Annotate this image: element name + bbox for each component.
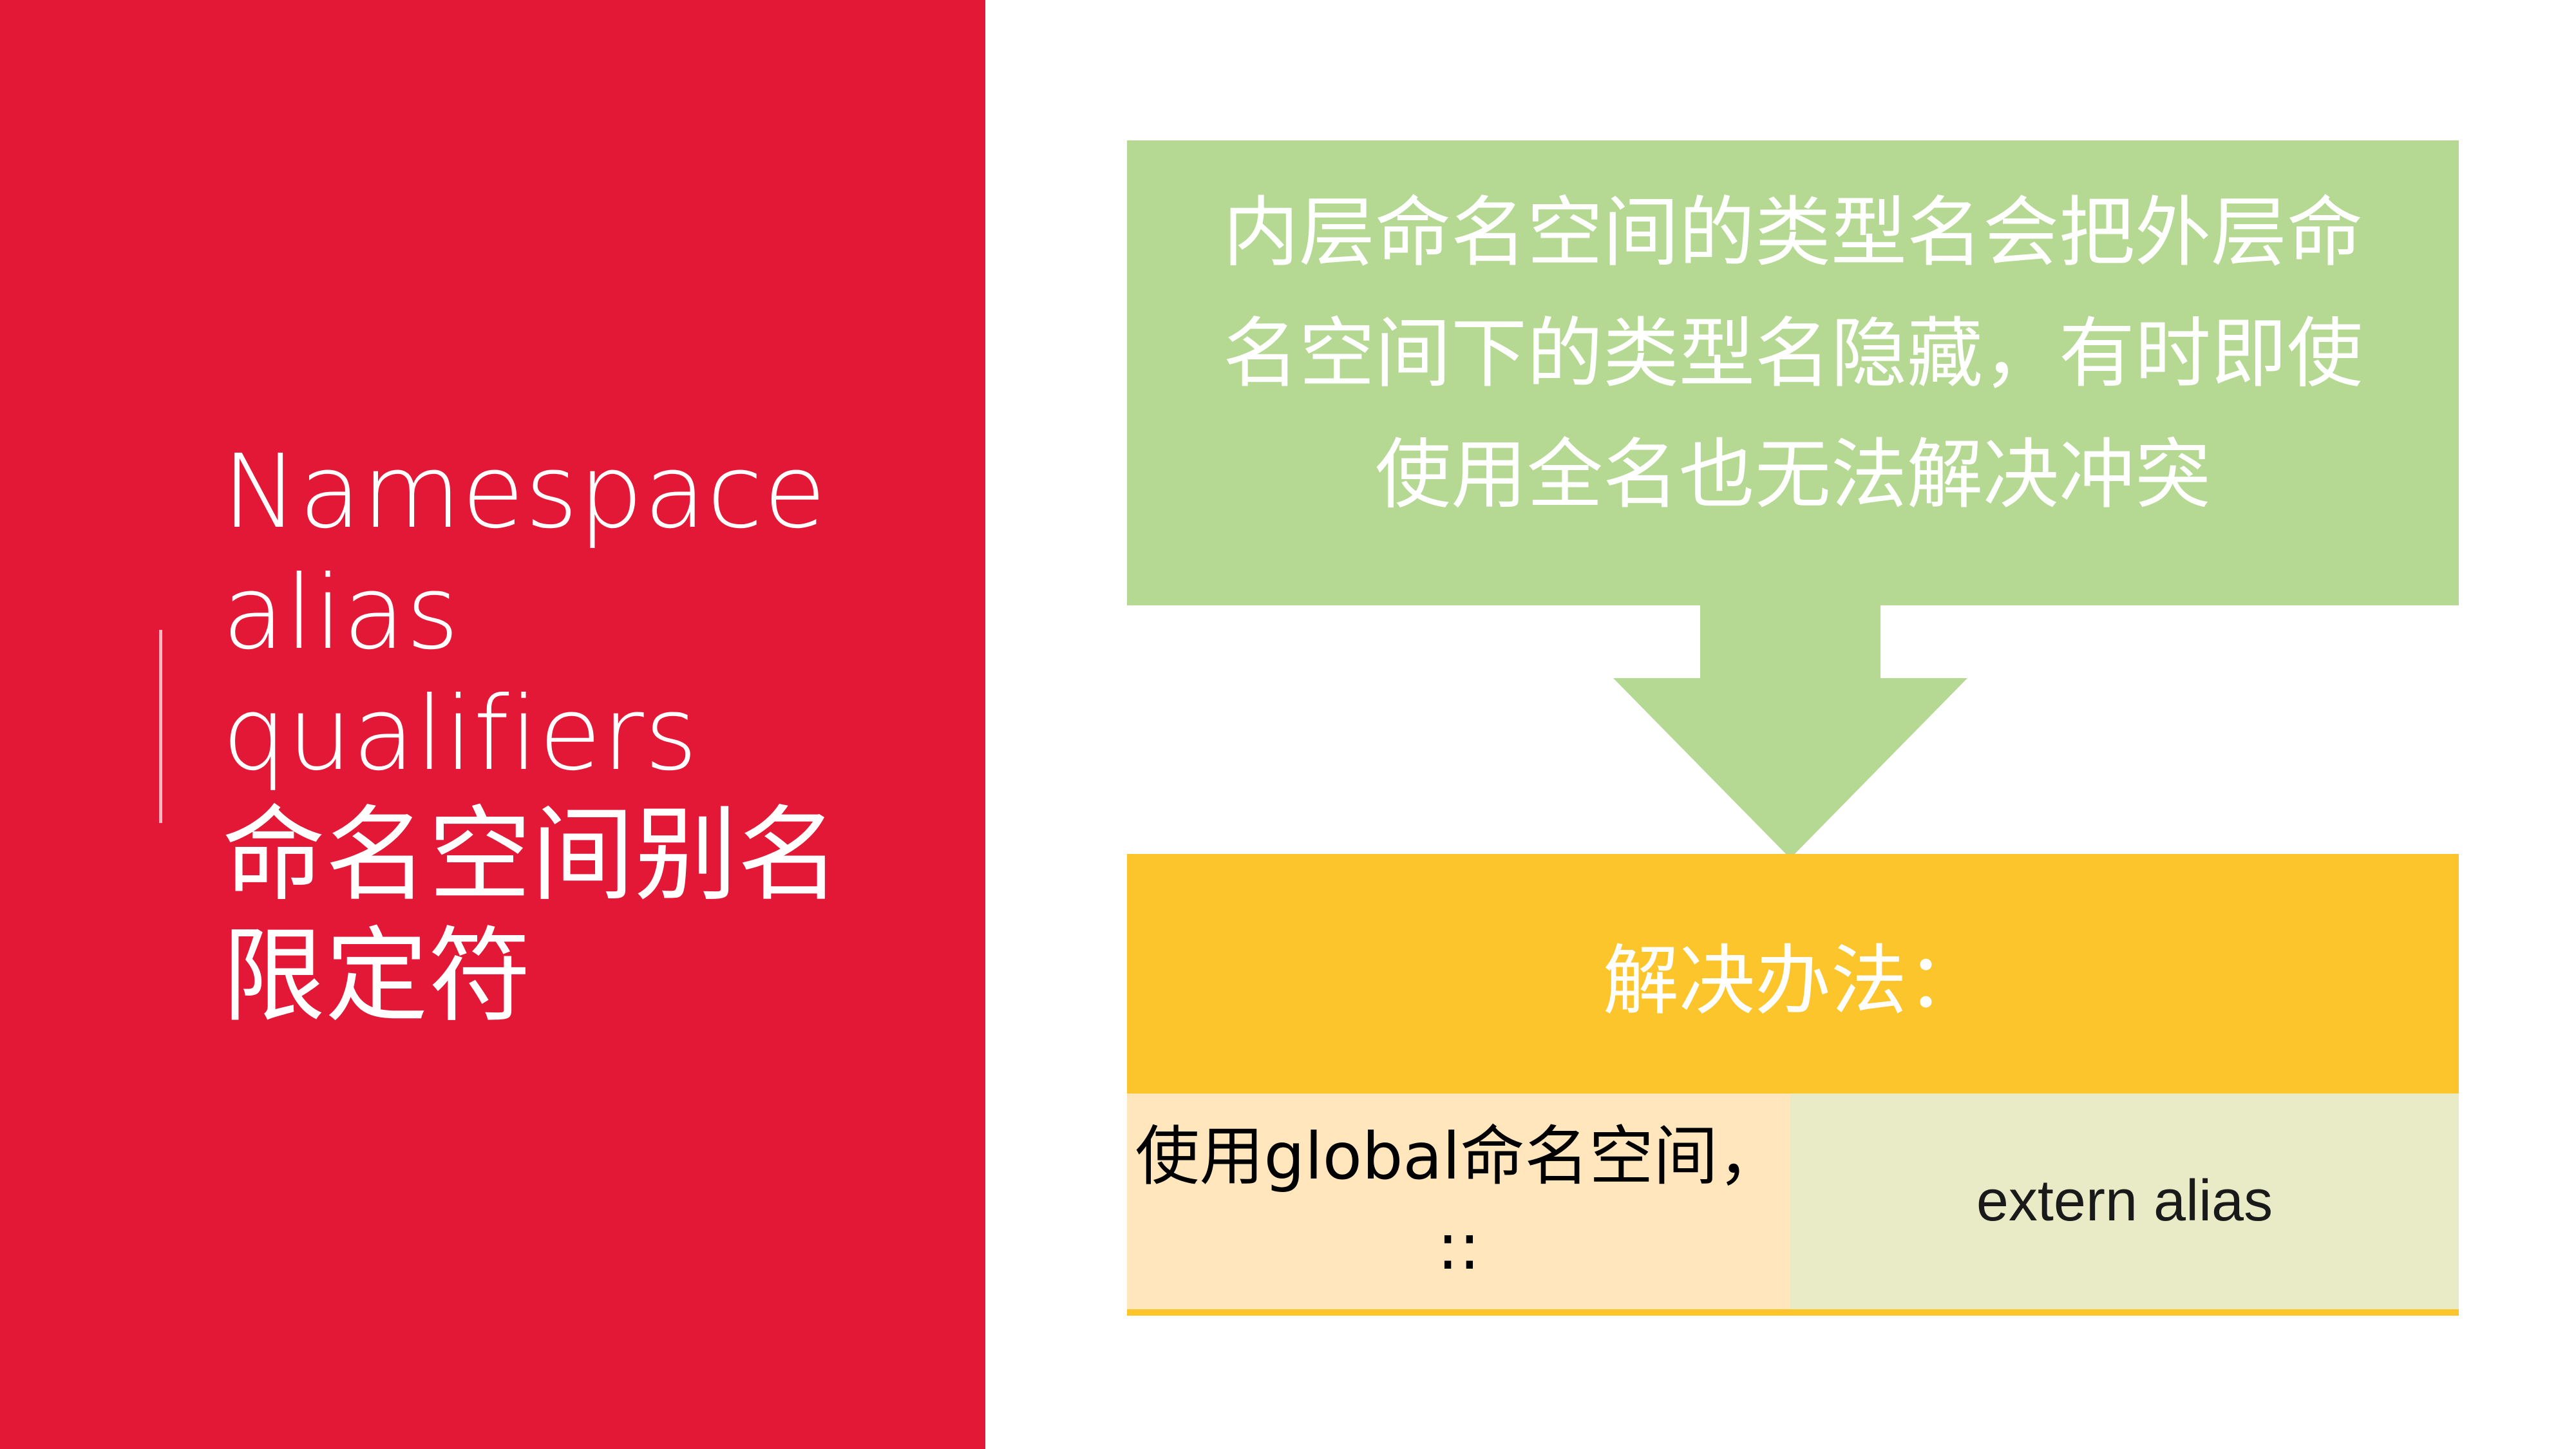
solution-option-global-line2: :: (1437, 1208, 1481, 1284)
down-arrow-icon (1613, 604, 1967, 858)
title-en-line2: alias (222, 554, 460, 672)
problem-box: 内层命名空间的类型名会把外层命名空间下的类型名隐藏，有时即使使用全名也无法解决冲… (1127, 140, 2459, 605)
title-en-line3: qualifiers (222, 675, 699, 793)
title-divider (159, 630, 162, 823)
solution-header: 解决办法： (1127, 854, 2459, 1094)
solution-option-global-text: 使用global命名空间， :: (1135, 1112, 1783, 1292)
solution-option-global-line1: 使用global命名空间， (1135, 1118, 1783, 1194)
solution-option-global: 使用global命名空间， :: (1127, 1094, 1790, 1309)
solution-option-extern-text: extern alias (1976, 1169, 2273, 1233)
title-zh-line1: 命名空间别名 (222, 795, 841, 915)
slide-title: Namespace alias qualifiers 命名空间别名 限定符 (222, 431, 963, 1037)
title-en-line1: Namespace (222, 433, 827, 551)
table-bottom-border (1127, 1309, 2459, 1316)
solution-header-text: 解决办法： (1602, 936, 1983, 1025)
solution-option-extern: extern alias (1790, 1094, 2459, 1309)
title-zh-line2: 限定符 (222, 916, 532, 1036)
problem-text: 内层命名空间的类型名会把外层命名空间下的类型名隐藏，有时即使使用全名也无法解决冲… (1222, 188, 2363, 519)
